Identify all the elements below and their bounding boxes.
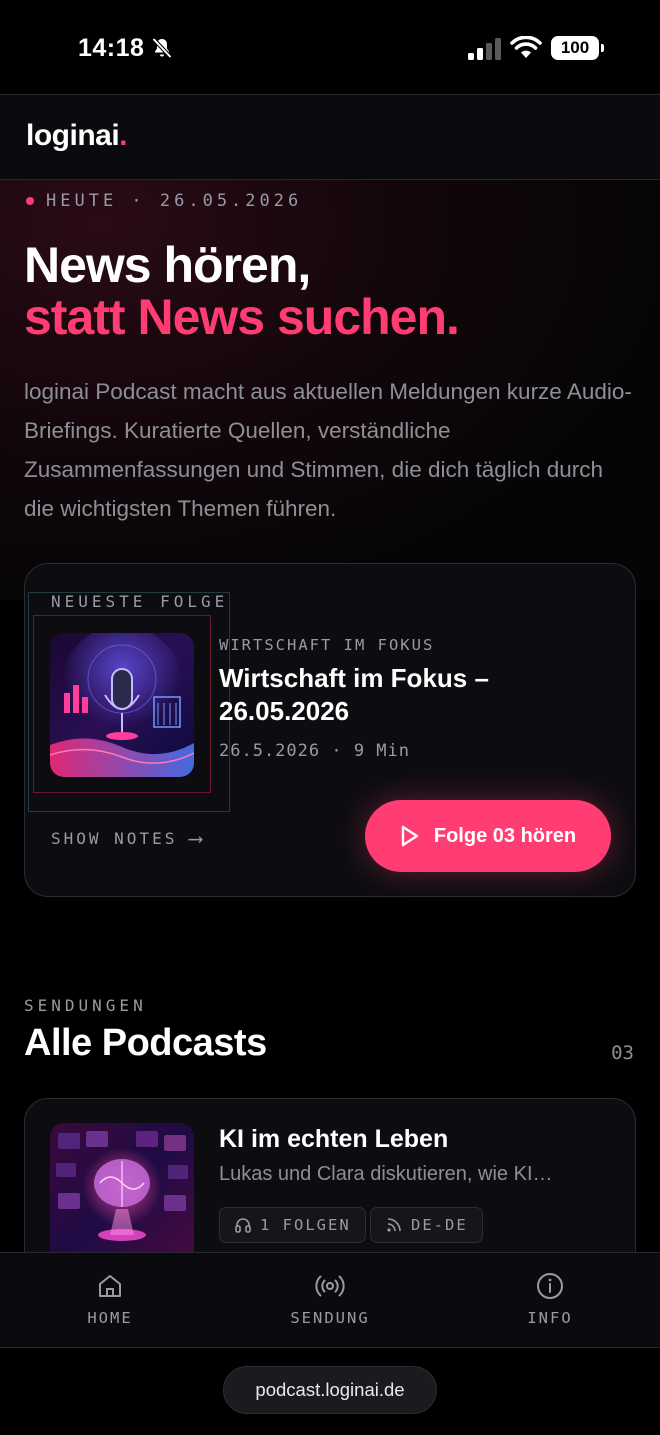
headline-line-1: News hören, [24,237,311,293]
signal-icon [468,38,501,60]
nav-sendung[interactable]: SENDUNG [220,1253,440,1347]
podcast-count: 03 [611,1042,634,1064]
bell-slash-icon [152,37,172,59]
logo[interactable]: loginai. [26,119,128,153]
brain-artwork-icon [50,1123,194,1267]
microphone-artwork-icon [50,633,194,777]
language-chip-label: DE-DE [411,1216,468,1234]
episode-cover-image[interactable] [50,633,194,777]
status-bar: 14:18 100 [0,0,660,94]
date-text: HEUTE · 26.05.2026 [46,191,303,211]
home-icon [99,1275,121,1297]
nav-sendung-label: SENDUNG [290,1309,370,1327]
podcast-title[interactable]: KI im echten Leben [219,1125,448,1154]
nav-info-label: INFO [527,1309,573,1327]
show-notes-label: SHOW NOTES [51,828,178,848]
logo-text: loginai [26,119,120,152]
latest-episode-label: NEUESTE FOLGE [51,592,229,611]
play-episode-button[interactable]: Folge 03 hören [365,800,611,872]
app-header: loginai. [0,94,660,180]
status-time: 14:18 [78,34,145,62]
rss-icon [387,1218,401,1232]
language-chip: DE-DE [370,1207,483,1243]
play-button-label: Folge 03 hören [433,824,577,847]
podcast-cover-image[interactable] [50,1123,194,1267]
broadcast-icon [315,1275,345,1297]
bottom-navigation: HOME SENDUNG INFO [0,1252,660,1348]
headline-line-2: statt News suchen. [24,289,460,345]
arrow-right-icon: ⟶ [189,826,202,850]
play-icon [401,825,419,847]
episode-title[interactable]: Wirtschaft im Fokus – 26.05.2026 [219,662,599,728]
episodes-chip: 1 FOLGEN [219,1207,366,1243]
show-notes-link[interactable]: SHOW NOTES ⟶ [51,826,201,850]
browser-url-bar: podcast.loginai.de [0,1348,660,1435]
info-icon [537,1273,563,1299]
episode-meta: 26.5.2026 · 9 Min [219,741,410,761]
nav-home[interactable]: HOME [0,1253,220,1347]
nav-home-label: HOME [87,1309,133,1327]
nav-info[interactable]: INFO [440,1253,660,1347]
date-line: HEUTE · 26.05.2026 [26,191,302,211]
latest-episode-card[interactable]: NEUESTE FOLGE WIRTSCHAFT IM FOKUS Wirtsc… [24,563,636,897]
section-title: Alle Podcasts [24,1022,267,1064]
podcast-description: Lukas und Clara diskutieren, wie KI… [219,1163,553,1185]
episode-category: WIRTSCHAFT IM FOKUS [219,636,435,654]
live-dot [26,197,34,205]
episodes-chip-label: 1 FOLGEN [260,1216,351,1234]
url-field[interactable]: podcast.loginai.de [223,1366,437,1414]
wifi-icon [510,36,542,58]
headphones-icon [235,1218,251,1233]
battery-icon: 100 [551,36,604,60]
section-label: SENDUNGEN [24,996,147,1015]
intro-text: loginai Podcast macht aus aktuellen Meld… [24,379,632,521]
logo-dot: . [119,119,128,152]
